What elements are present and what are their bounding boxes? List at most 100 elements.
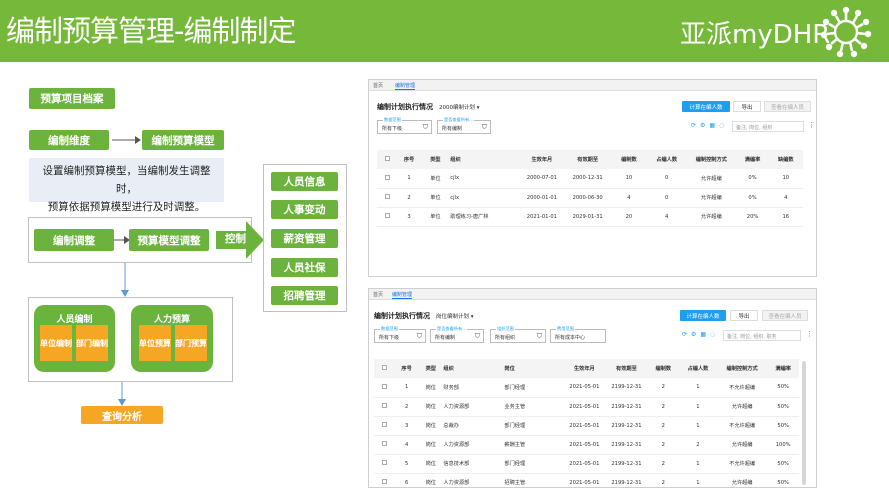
filter-value: 所有组织 (495, 335, 516, 341)
down-arrow-icon (118, 382, 126, 406)
column-header: 满编率 (767, 359, 799, 378)
column-header: 序号 (397, 150, 421, 169)
tab-staffing-management[interactable]: 编制管理 (392, 291, 413, 299)
search-input[interactable]: 备注, 岗位, 组织, 职务 (723, 330, 801, 341)
right-arrow-icon (112, 136, 141, 144)
column-header: 岗位 (504, 359, 564, 378)
row-checkbox[interactable] (374, 473, 396, 487)
unit-budget-box: 单位预算 (139, 325, 171, 361)
filter-label: 费用范围 (556, 326, 575, 332)
model-adjust-box: 预算模型调整 (129, 229, 209, 251)
cost-range-filter[interactable]: 费用范围 所有成本中心 (550, 326, 606, 343)
row-checkbox[interactable] (377, 188, 398, 208)
filter-label: 数据范围 (383, 117, 402, 123)
budget-model-box: 编制预算模型 (142, 130, 224, 150)
target-recruiting: 招聘管理 (271, 286, 338, 305)
filter-icon: ⛉ (474, 332, 480, 340)
vertical-scrollbar[interactable] (802, 361, 806, 485)
staffing-title: 人员编制 (56, 315, 93, 325)
tab-bar: 首页 编制管理 (369, 289, 816, 300)
target-personnel-info: 人员信息 (271, 172, 338, 191)
view-all-filter[interactable]: 是否查看所有... 所有编制 ⛉ (437, 117, 491, 134)
tab-staffing-management[interactable]: 编制管理 (395, 82, 416, 90)
table-row[interactable]: 3 岗位 总裁办 部门经理 2021-05-01 2199-12-31 2 1 不允许超编 50% (374, 416, 799, 436)
staffing-adjust-box: 编制调整 (34, 229, 114, 251)
people-circle-logo-icon (820, 6, 872, 58)
column-header: 有效期至 (605, 359, 648, 378)
page-title: 编制预算管理-编制制定 (6, 14, 296, 48)
note-line-1: 设置编制预算模型，当编制发生调整时， (42, 165, 211, 195)
table-row[interactable]: 4 岗位 人力资源部 薪酬主管 2021-05-01 2199-12-31 2 2 允许超编 10… (374, 435, 799, 455)
calc-staffing-button[interactable]: 计算在编人数 (680, 310, 726, 321)
table-header-row: 序号 类型 组织 岗位 生效年月 有效期至 编制数 占编人数 编制控制方式 满编… (374, 359, 799, 378)
note-line-2: 预算依据预算模型进行及时调整。 (47, 201, 206, 213)
row-checkbox[interactable] (377, 169, 398, 189)
filter-label: 组织范围 (496, 326, 515, 332)
table-row[interactable]: 3 单位 助理练习-唐广林 2021-01-01 2029-01-31 20 4 允许超… (377, 207, 803, 227)
row-checkbox[interactable] (374, 378, 396, 398)
filter-icon: ⛉ (422, 123, 428, 131)
table-row[interactable]: 1 单位 cjlx 2000-07-01 2000-12-31 10 0 允许超编 0%… (377, 169, 803, 189)
query-analysis-box: 查询分析 (81, 406, 163, 424)
table-row[interactable]: 1 岗位 财务部 部门经理 2021-05-01 2199-12-31 2 1 不允许超编 50% (374, 378, 799, 398)
filter-label: 是否查看所有... (436, 326, 468, 332)
column-header: 编制数 (647, 359, 680, 378)
select-all-checkbox[interactable] (377, 150, 398, 169)
column-header: 组织 (450, 150, 519, 169)
search-input[interactable]: 备注, 岗位, 组织 (732, 121, 804, 132)
lightbulb-icon: ◌ (710, 331, 720, 338)
dept-staffing-box: 部门编制 (76, 325, 108, 361)
row-checkbox[interactable] (374, 397, 396, 417)
tab-home[interactable]: 首页 (373, 291, 383, 298)
column-header: 序号 (395, 359, 419, 378)
row-checkbox[interactable] (374, 435, 396, 455)
settings-icon: ⚙ (700, 122, 710, 129)
more-icon[interactable]: ⋮ (806, 330, 813, 338)
brand-name: 亚派myDHR (680, 20, 831, 50)
control-label: 控制 (225, 233, 246, 245)
panel-title: 编制计划执行情况 (374, 312, 430, 320)
calc-staffing-button[interactable]: 计算在编人数 (682, 101, 730, 112)
table-row[interactable]: 2 岗位 人力资源部 业务主管 2021-05-01 2199-12-31 2 1 允许超编 50… (374, 397, 799, 417)
plan-table: 序号 类型 组织 岗位 生效年月 有效期至 编制数 占编人数 编制控制方式 满编… (374, 359, 799, 487)
panel-plan-execution-position: 首页 编制管理 编制计划执行情况 岗位编制计划 ▾ 计算在编人数 导出 查看在编… (368, 288, 817, 488)
plan-select[interactable]: 2000编制计划 ▾ (439, 103, 480, 111)
toolbar-icons[interactable]: ⟳⚙▦◌ (691, 122, 728, 129)
target-personnel-change: 人事变动 (271, 200, 338, 219)
grid-icon: ▦ (700, 331, 711, 338)
column-header: 缺编数 (768, 150, 803, 169)
column-header: 编制控制方式 (716, 359, 768, 378)
row-checkbox[interactable] (377, 207, 398, 227)
data-range-filter[interactable]: 数据范围 所有下级 ⛉ (377, 117, 432, 134)
view-staff-button[interactable]: 查看在编人员 (764, 101, 811, 112)
filter-icon: ⛉ (416, 332, 422, 340)
filter-value: 所有编制 (435, 335, 456, 341)
panel-plan-execution-unit: 首页 编制管理 编制计划执行情况 2000编制计划 ▾ 计算在编人数 导出 查看… (368, 79, 817, 277)
org-range-filter[interactable]: 组织范围 所有组织 ⛉ (490, 326, 546, 343)
row-checkbox[interactable] (374, 416, 396, 436)
tab-bar: 首页 编制管理 (369, 80, 816, 91)
view-all-filter[interactable]: 是否查看所有... 所有编制 ⛉ (430, 326, 484, 343)
table-row[interactable]: 6 岗位 人力资源部 招聘主管 2021-05-01 2199-12-31 2 1 允许超编 50… (374, 473, 799, 487)
table-row[interactable]: 5 岗位 信息技术部 部门经理 2021-05-01 2199-12-31 2 1 不允许超编 5… (374, 454, 799, 474)
row-checkbox[interactable] (374, 454, 396, 474)
unit-staffing-box: 单位编制 (40, 325, 72, 361)
filter-label: 数据范围 (380, 326, 399, 332)
dimension-box: 编制维度 (29, 130, 109, 150)
toolbar-icons[interactable]: ⟳⚙▦◌ (682, 331, 719, 338)
filter-icon: ⛉ (536, 332, 542, 340)
column-header: 满编率 (736, 150, 769, 169)
export-button[interactable]: 导出 (730, 310, 758, 321)
tab-home[interactable]: 首页 (373, 82, 383, 89)
more-icon[interactable]: ⋮ (808, 121, 815, 129)
table-row[interactable]: 2 单位 cjlx 2000-01-01 2000-06-30 4 0 允许超编 0% 4 (377, 188, 803, 208)
plan-select[interactable]: 岗位编制计划 ▾ (436, 312, 474, 320)
export-button[interactable]: 导出 (733, 101, 761, 112)
column-header: 生效年月 (518, 150, 565, 169)
view-staff-button[interactable]: 查看在编人员 (762, 310, 808, 321)
panel-title: 编制计划执行情况 (377, 103, 433, 111)
select-all-checkbox[interactable] (374, 359, 396, 378)
lightbulb-icon: ◌ (719, 122, 729, 129)
plan-table: 序号 类型 组织 生效年月 有效期至 编制数 占编人数 编制控制方式 满编率 缺… (377, 150, 803, 227)
data-range-filter[interactable]: 数据范围 所有下级 ⛉ (374, 326, 426, 343)
